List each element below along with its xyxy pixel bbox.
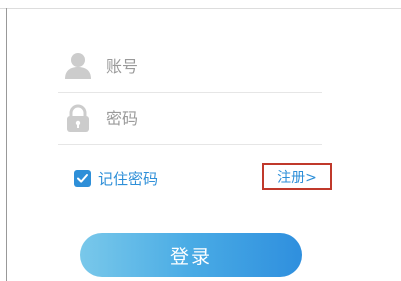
left-edge-divider [6,8,7,281]
lock-icon [63,103,93,133]
user-icon [63,51,93,81]
login-form: 记住密码 注册> 登录 [0,0,401,281]
check-icon [77,173,88,183]
account-input[interactable] [106,53,316,79]
top-edge-divider [0,8,401,9]
password-input[interactable] [106,105,316,131]
remember-checkbox[interactable] [74,169,91,187]
remember-password-toggle[interactable]: 记住密码 [74,166,158,190]
remember-label: 记住密码 [98,169,159,188]
login-button[interactable]: 登录 [80,233,302,277]
register-link[interactable]: 注册> [262,163,332,190]
password-field [58,92,322,145]
account-field [58,40,322,93]
